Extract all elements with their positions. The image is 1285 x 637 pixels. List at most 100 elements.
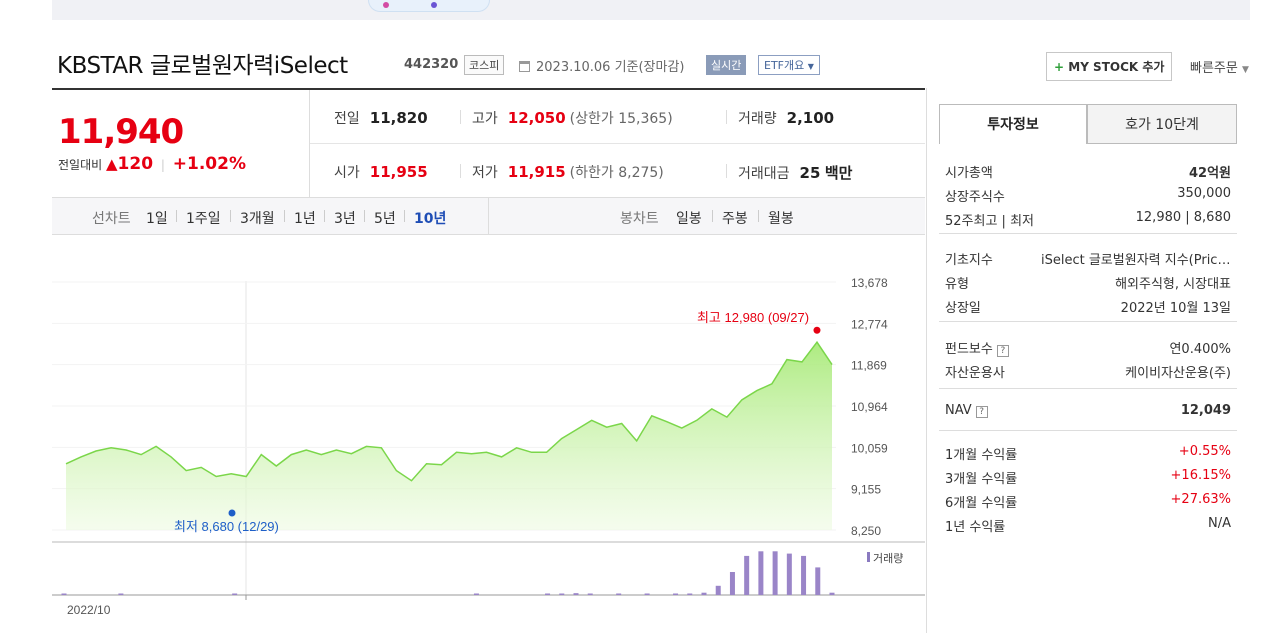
change-percent: +1.02% xyxy=(172,154,246,174)
info-value: 42억원 xyxy=(1188,166,1231,181)
volume-bar xyxy=(673,593,679,595)
info-group-returns: 1개월 수익률 +0.55% 3개월 수익률 +16.15% 6개월 수익률 +27.63… xyxy=(945,440,1231,536)
trade-amount-value: 25 xyxy=(799,164,821,182)
info-key: 상장일 xyxy=(945,301,981,316)
volume-bar xyxy=(232,593,238,595)
info-value: +0.55% xyxy=(1178,444,1231,459)
open-price-value: 11,955 xyxy=(369,163,428,181)
up-triangle-icon: ▲ xyxy=(106,155,118,173)
etf-overview-dropdown[interactable]: ETF개요 ▼ xyxy=(758,55,820,75)
help-icon[interactable]: ? xyxy=(996,345,1009,357)
volume-bar xyxy=(715,585,721,595)
volume-bar xyxy=(815,567,821,595)
volume-bar xyxy=(616,593,622,595)
prev-close-label: 전일 xyxy=(334,111,360,127)
volume-bar xyxy=(701,592,707,595)
low-price-label: 저가 xyxy=(472,165,498,181)
divider xyxy=(939,430,1237,431)
change-amount: 120 xyxy=(117,154,154,174)
open-price-label: 시가 xyxy=(334,165,360,181)
tab-order-book[interactable]: 호가 10단계 xyxy=(1087,104,1237,144)
divider xyxy=(230,210,231,222)
volume-bar xyxy=(687,593,693,595)
info-key: 1년 수익률 xyxy=(945,520,1006,535)
etf-overview-label: ETF개요 xyxy=(764,59,805,72)
info-value: 연0.400% xyxy=(1169,342,1231,357)
info-row: 펀드보수? 연0.400% xyxy=(945,334,1231,358)
info-key: NAV? xyxy=(945,403,988,418)
quick-order-dropdown[interactable]: 빠른주문 ▼ xyxy=(1190,57,1249,76)
help-icon[interactable]: ? xyxy=(975,406,988,418)
price-chart[interactable]: 13,678 12,774 11,869 10,964 10,059 9,155 8,250… xyxy=(52,236,925,633)
divider xyxy=(404,210,405,222)
info-key: 자산운용사 xyxy=(945,366,1005,381)
tab-monthly-candle[interactable]: 월봉 xyxy=(768,208,794,228)
price-area xyxy=(66,342,832,530)
max-point-marker xyxy=(813,326,821,334)
info-row: 1년 수익률 N/A xyxy=(945,512,1231,536)
y-tick-label: 12,774 xyxy=(851,317,888,331)
banner-badge[interactable] xyxy=(368,0,490,12)
tab-1day[interactable]: 1일 xyxy=(146,208,168,228)
tab-3month[interactable]: 3개월 xyxy=(240,208,275,228)
prev-close: 전일 11,820 xyxy=(334,108,428,128)
info-value: 2022년 10월 13일 xyxy=(1120,301,1231,316)
tab-3year[interactable]: 3년 xyxy=(334,208,356,228)
info-row: 상장일 2022년 10월 13일 xyxy=(945,293,1231,317)
volume-legend-swatch xyxy=(867,552,870,562)
info-key: 6개월 수익률 xyxy=(945,496,1018,511)
stock-title: KBSTAR 글로벌원자력iSelect xyxy=(57,53,348,79)
info-value: 12,980 | 8,680 xyxy=(1135,210,1231,225)
stock-header: KBSTAR 글로벌원자력iSelect 442320 코스피 2023.10.… xyxy=(57,46,1257,82)
price-summary: 11,940 전일대비 ▲120 | +1.02% 전일 11,820 고가 12,… xyxy=(52,88,925,198)
divider xyxy=(364,210,365,222)
stats-row: 시가 11,955 저가 11,915 (하한가 8,275) 거래대금 25 백만 xyxy=(310,144,925,198)
info-row: 기초지수 iSelect 글로벌원자력 지수(Price Return) xyxy=(945,245,1231,269)
volume-bar xyxy=(758,551,764,595)
volume-bar xyxy=(801,555,807,595)
chevron-down-icon: ▼ xyxy=(807,62,814,71)
tab-1year[interactable]: 1년 xyxy=(294,208,316,228)
tab-investment-info[interactable]: 투자정보 xyxy=(939,104,1087,144)
info-key: 기초지수 xyxy=(945,253,993,268)
info-tabs: 투자정보 호가 10단계 xyxy=(939,104,1237,144)
volume: 거래량 2,100 xyxy=(738,108,834,128)
x-tick-label: 2022/10 xyxy=(67,603,111,617)
calendar-icon xyxy=(519,61,530,72)
divider xyxy=(1087,143,1237,144)
trade-amount-label: 거래대금 xyxy=(738,166,790,182)
tab-daily-candle[interactable]: 일봉 xyxy=(676,208,702,228)
lower-limit: (하한가 8,275) xyxy=(569,165,664,181)
trade-amount-unit: 백만 xyxy=(824,164,853,182)
info-row: 유형 해외주식형, 시장대표 xyxy=(945,269,1231,293)
volume-bar xyxy=(61,593,67,595)
chevron-down-icon: ▼ xyxy=(1241,65,1249,75)
info-value: +16.15% xyxy=(1170,468,1231,483)
info-value: 해외주식형, 시장대표 xyxy=(1115,277,1231,292)
volume-bar xyxy=(587,593,593,595)
diff-label: 전일대비 xyxy=(58,158,103,172)
investment-info-panel: 투자정보 호가 10단계 시가총액 42억원 상장주식수 350,000 52주최고 |… xyxy=(926,88,1251,633)
volume-bar xyxy=(786,553,792,595)
realtime-button[interactable]: 실시간 xyxy=(706,55,747,75)
tab-5year[interactable]: 5년 xyxy=(374,208,396,228)
tab-1week[interactable]: 1주일 xyxy=(186,208,221,228)
info-key: 3개월 수익률 xyxy=(945,472,1018,487)
volume-bar xyxy=(644,593,650,595)
divider: | xyxy=(160,158,165,172)
tab-10year[interactable]: 10년 xyxy=(414,208,446,228)
tab-weekly-candle[interactable]: 주봉 xyxy=(722,208,748,228)
upper-limit: (상한가 15,365) xyxy=(569,111,673,127)
info-key: 1개월 수익률 xyxy=(945,448,1018,463)
add-my-stock-button[interactable]: + MY STOCK 추가 xyxy=(1046,52,1173,81)
max-label: 최고 12,980 (09/27) xyxy=(697,310,809,325)
info-key: 시가총액 xyxy=(945,166,993,181)
info-group-market: 시가총액 42억원 상장주식수 350,000 52주최고 | 최저 12,980 | 8… xyxy=(945,158,1231,230)
info-row: 3개월 수익률 +16.15% xyxy=(945,464,1231,488)
volume-legend-label: 거래량 xyxy=(873,552,903,565)
divider xyxy=(460,110,461,124)
price-chart-svg[interactable]: 13,678 12,774 11,869 10,964 10,059 9,155 8,250… xyxy=(52,236,925,633)
info-key: 상장주식수 xyxy=(945,190,1005,205)
volume-bar xyxy=(473,593,479,595)
volume-bar xyxy=(559,593,565,595)
